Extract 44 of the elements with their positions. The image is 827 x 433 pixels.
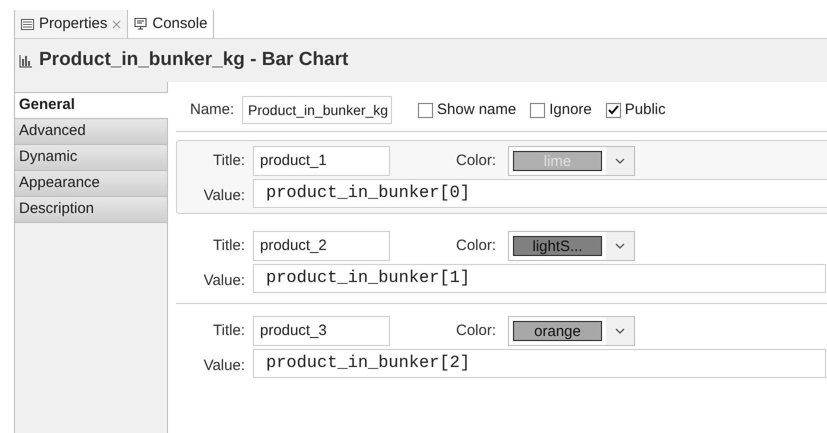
- sidebar-tab[interactable]: Appearance: [15, 171, 167, 197]
- field-label: Color:: [456, 150, 498, 171]
- checkbox[interactable]: [418, 102, 433, 118]
- close-icon[interactable]: [112, 20, 122, 28]
- caret-icon: [615, 328, 625, 334]
- sidebar-tab[interactable]: General: [15, 93, 168, 119]
- caret-icon: [615, 158, 625, 164]
- value-field[interactable]: product_in_bunker[1]: [253, 264, 826, 293]
- panel-title: Product_in_bunker_kg - Bar Chart: [39, 48, 348, 72]
- color-name: orange: [534, 324, 581, 338]
- color-dropdown[interactable]: orange: [508, 316, 635, 346]
- series-panel[interactable]: Title: product_2 Color: lightS... Value: product_in_bunker[1]: [176, 225, 827, 299]
- monitor-icon: [134, 18, 148, 30]
- series-panel[interactable]: Title: product_3 Color: orange Value: product_in_bunker[2]: [176, 310, 827, 384]
- field-label: Color:: [456, 320, 498, 341]
- list-icon: [21, 18, 34, 30]
- field-label: Name:: [190, 100, 236, 120]
- color-name: lightS...: [532, 238, 583, 254]
- checkbox-label: Public: [624, 100, 666, 120]
- field-label: Value:: [202, 356, 246, 376]
- sidebar-tab[interactable]: Dynamic: [15, 145, 167, 171]
- sidebar-tab[interactable]: Advanced: [15, 119, 167, 145]
- title-field[interactable]: product_2: [253, 231, 390, 261]
- checkbox[interactable]: [530, 102, 546, 118]
- field-label: Title:: [212, 150, 246, 171]
- field-label: Value:: [202, 271, 246, 292]
- checkbox-label: Show name: [437, 100, 516, 120]
- value-field[interactable]: product_in_bunker[2]: [253, 349, 826, 378]
- name-field[interactable]: Product_in_bunker_kg: [242, 96, 392, 124]
- panel-tab[interactable]: Properties: [15, 10, 128, 38]
- caret-icon: [615, 243, 625, 249]
- checkbox[interactable]: [606, 102, 621, 118]
- sidebar-tab[interactable]: Description: [15, 197, 167, 223]
- checkbox-label: Ignore: [549, 100, 592, 120]
- color-dropdown[interactable]: lightS...: [508, 231, 635, 261]
- title-field[interactable]: product_1: [253, 146, 390, 176]
- check-icon: [608, 105, 619, 115]
- field-label: Title:: [212, 320, 246, 341]
- field-label: Value:: [202, 186, 246, 206]
- bar-chart-icon: [19, 54, 33, 68]
- title-field[interactable]: product_3: [253, 316, 390, 346]
- field-label: Color:: [456, 236, 498, 256]
- value-field[interactable]: product_in_bunker[0]: [253, 179, 827, 208]
- field-label: Title:: [212, 236, 246, 256]
